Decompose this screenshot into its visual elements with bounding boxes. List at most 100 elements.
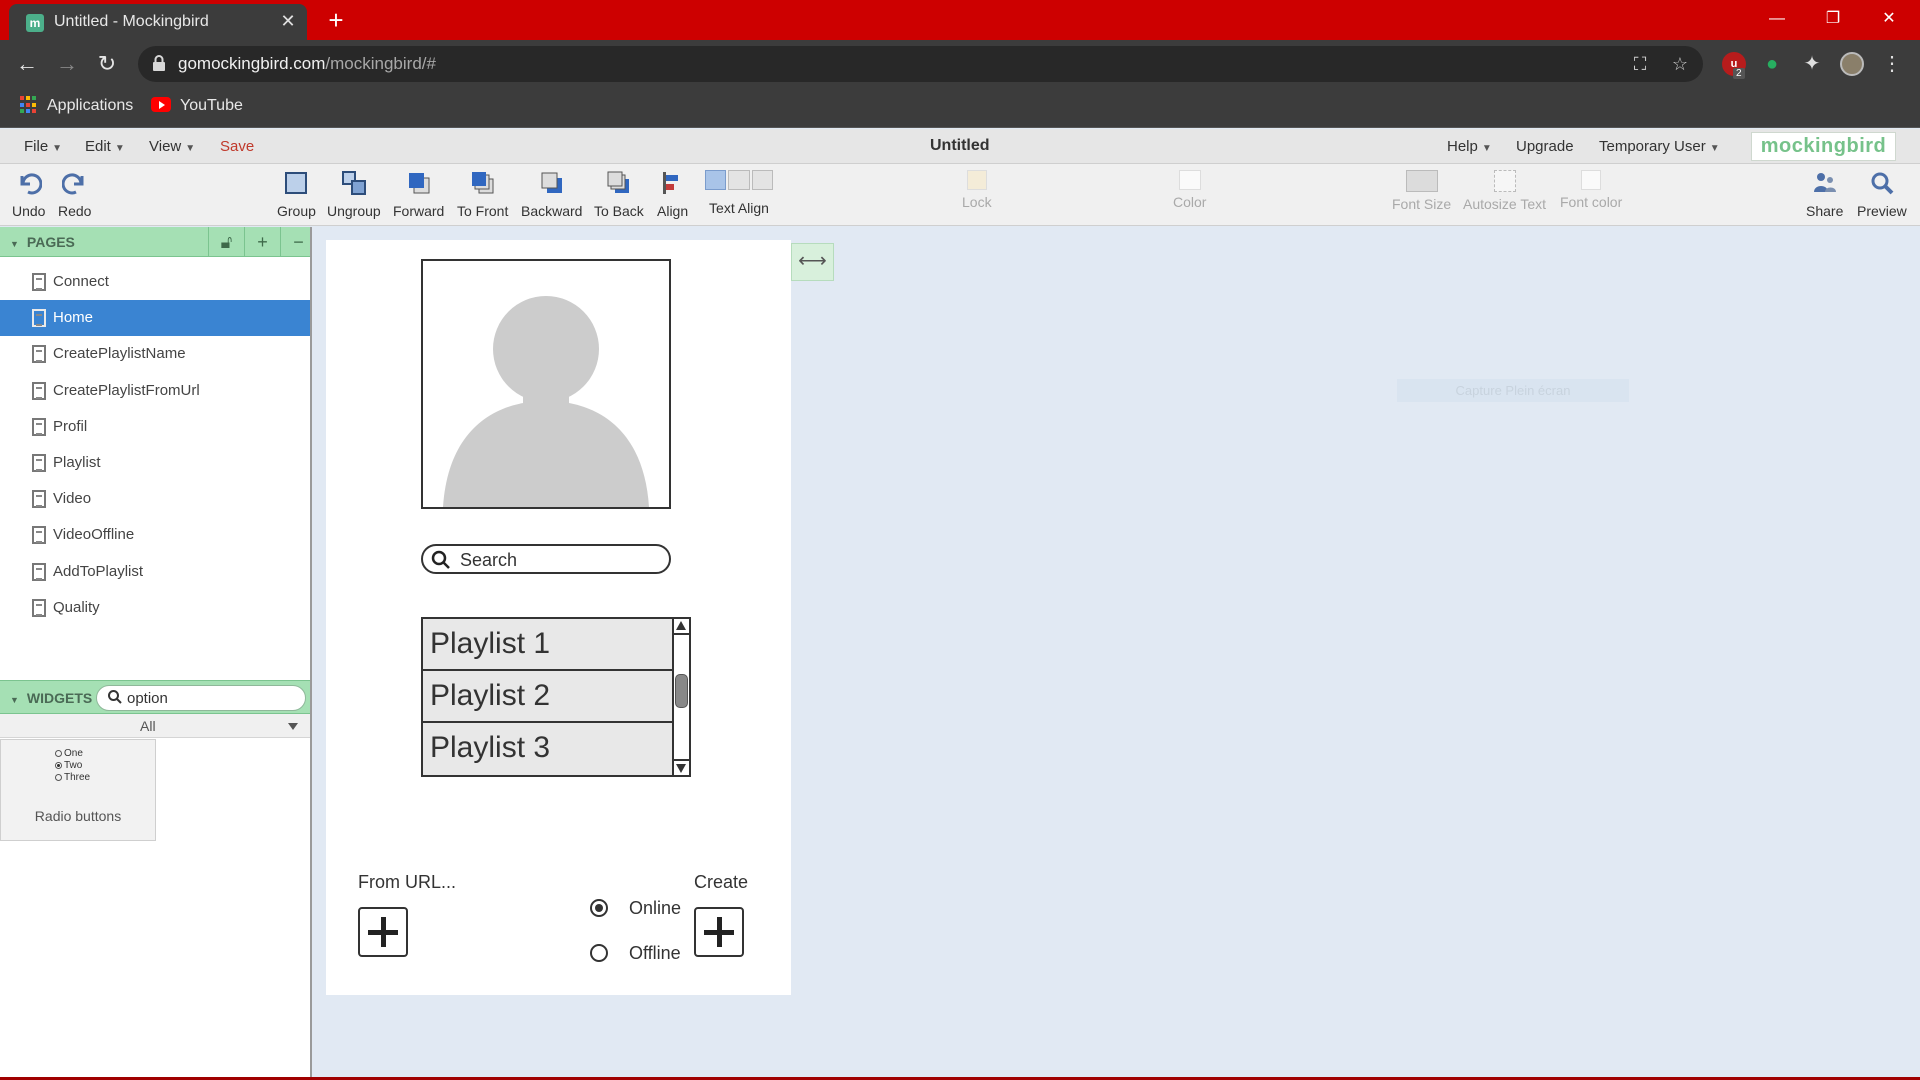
align-center-icon[interactable] [728,170,750,190]
backward-button[interactable]: Backward [521,170,582,219]
preview-button[interactable]: Preview [1857,170,1907,219]
undo-button[interactable]: Undo [12,170,45,219]
scroll-thumb[interactable] [675,674,688,708]
page-label: Home [53,309,94,327]
widget-option: One [55,748,83,759]
tab-close-icon[interactable]: ✕ [277,10,299,32]
lock-pages-icon[interactable]: 🔓︎ [208,227,244,257]
autosize-text-button[interactable]: Autosize Text [1463,170,1546,212]
redo-button[interactable]: Redo [58,170,91,219]
collapse-triangle-icon[interactable]: ▼ [10,695,19,705]
radio-offline-label: Offline [629,943,681,963]
search-icon [431,550,450,569]
ungroup-button[interactable]: Ungroup [327,170,381,219]
share-users-icon [1813,173,1836,192]
page-item[interactable]: CreatePlaylistFromUrl [0,373,310,409]
menu-view[interactable]: View ▼ [149,138,195,155]
tab-title: Untitled - Mockingbird [54,13,209,30]
pages-header[interactable]: ▼ PAGES 🔓︎ + − [0,227,310,257]
color-button[interactable]: Color [1173,170,1206,210]
menu-edit[interactable]: Edit ▼ [85,138,125,155]
restore-icon[interactable]: ❐ [1810,0,1856,40]
resize-horizontal-icon[interactable]: ⟷ [791,243,834,281]
bookmark-applications[interactable]: Applications [47,97,133,115]
kebab-menu-icon[interactable]: ⋮ [1880,52,1904,76]
font-size-button[interactable]: Font Size [1392,170,1451,212]
align-button[interactable]: Align [657,170,688,219]
bookmark-star-icon[interactable]: ☆ [1668,52,1692,76]
magnifier-icon [1871,172,1894,195]
bookmark-youtube[interactable]: YouTube [180,97,243,115]
page-item[interactable]: Playlist [0,445,310,481]
back-arrow-icon[interactable]: ← [11,48,43,80]
upgrade-link[interactable]: Upgrade [1516,138,1574,155]
page-item[interactable]: CreatePlaylistName [0,336,310,372]
address-bar[interactable]: gomockingbird.com/mockingbird/# ⛶ ☆ [138,46,1703,82]
list-item[interactable]: Playlist 3 [423,723,672,775]
page-item[interactable]: AddToPlaylist [0,554,310,590]
forward-button[interactable]: Forward [393,170,444,219]
radio-buttons-widget[interactable]: One Two Three Radio buttons [0,739,156,841]
page-icon [32,562,46,581]
page-item[interactable]: Video [0,481,310,517]
list-scrollbar[interactable] [672,619,689,775]
pages-title: PAGES [26,234,75,250]
add-from-url-button[interactable] [358,907,408,957]
playlist-listbox[interactable]: Playlist 1 Playlist 2 Playlist 3 [421,617,691,777]
save-button[interactable]: Save [220,138,254,155]
menu-file[interactable]: File ▼ [24,138,62,155]
page-item[interactable]: VideoOffline [0,517,310,553]
radio-offline[interactable] [590,944,608,962]
profile-avatar[interactable] [1840,52,1864,76]
window-close-icon[interactable]: ✕ [1866,0,1912,40]
page-label: Playlist [53,454,101,471]
translate-icon[interactable]: ⛶ [1628,52,1652,76]
minimize-icon[interactable]: — [1754,0,1800,40]
radio-online[interactable] [590,899,608,917]
list-item[interactable]: Playlist 1 [423,619,672,671]
browser-tab[interactable]: m Untitled - Mockingbird ✕ [9,4,307,40]
search-input[interactable]: Search [421,544,671,574]
add-page-icon[interactable]: + [244,227,280,257]
text-align-button[interactable]: Text Align [705,170,773,216]
puzzle-extensions-icon[interactable]: ✦ [1800,52,1824,76]
bookmarks-bar: Applications YouTube [0,88,1920,128]
forward-arrow-icon[interactable]: → [51,48,83,80]
scroll-down-icon[interactable] [676,764,686,773]
lock-button[interactable]: Lock [962,170,992,210]
create-playlist-button[interactable] [694,907,744,957]
list-item[interactable]: Playlist 2 [423,671,672,723]
chat-extension-icon[interactable]: ● [1760,52,1784,76]
page-label: Video [53,490,92,508]
undo-icon [20,173,43,195]
reload-icon[interactable]: ↻ [91,48,123,80]
browser-tab-strip: m Untitled - Mockingbird ✕ + — ❐ ✕ [0,0,1920,40]
user-menu[interactable]: Temporary User ▼ [1599,138,1720,155]
to-back-button[interactable]: To Back [594,170,644,219]
page-item[interactable]: Profil [0,409,310,445]
page-icon [32,381,46,400]
page-item[interactable]: Connect [0,264,310,300]
profile-placeholder-image[interactable] [421,259,671,509]
menu-help[interactable]: Help ▼ [1447,138,1492,155]
group-icon [285,172,308,194]
remove-page-icon[interactable]: − [280,227,316,257]
browser-navbar: ← → ↻ gomockingbird.com/mockingbird/# ⛶ … [0,40,1920,88]
text-align-icon [705,170,773,196]
group-button[interactable]: Group [277,170,316,219]
document-title[interactable]: Untitled [930,137,990,155]
to-front-button[interactable]: To Front [457,170,508,219]
share-button[interactable]: Share [1806,170,1843,219]
page-label: Quality [53,598,100,616]
align-right-icon[interactable] [751,170,773,190]
scroll-up-icon[interactable] [676,621,686,630]
widget-search-input[interactable]: option [96,685,306,711]
page-item[interactable]: Home [0,300,310,337]
new-tab-plus-icon[interactable]: + [322,6,350,34]
page-icon [32,273,46,291]
collapse-triangle-icon[interactable]: ▼ [10,239,19,249]
widget-category-select[interactable]: All [0,714,310,738]
page-item[interactable]: Quality [0,590,310,626]
align-left-icon[interactable] [705,170,727,190]
font-color-button[interactable]: Font color [1560,170,1622,210]
